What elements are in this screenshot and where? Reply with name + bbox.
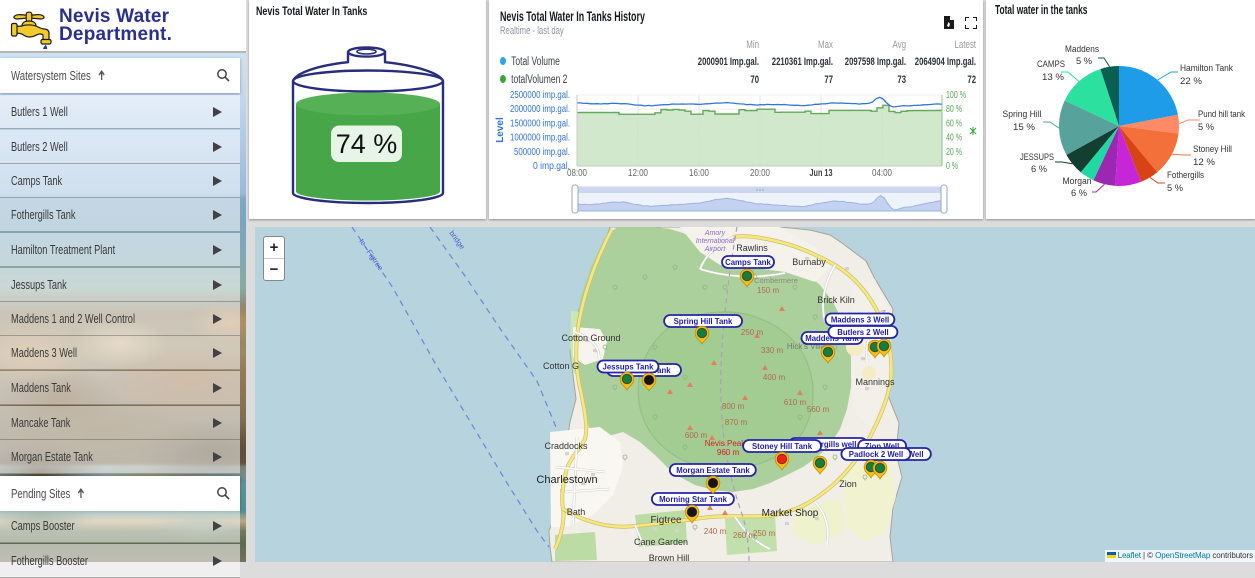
- svg-text:2000000 imp.gal.: 2000000 imp.gal.: [510, 104, 570, 115]
- svg-text:5 %: 5 %: [1076, 56, 1093, 67]
- svg-text:240 m: 240 m: [704, 527, 727, 536]
- svg-text:20:00: 20:00: [750, 168, 770, 179]
- svg-text:Pund hill tank: Pund hill tank: [1198, 109, 1245, 120]
- svg-text:Level: Level: [495, 117, 506, 143]
- svg-text:330 m: 330 m: [761, 346, 784, 355]
- svg-text:960 m: 960 m: [717, 448, 740, 457]
- svg-text:610 m: 610 m: [784, 398, 807, 407]
- svg-text:04:00: 04:00: [872, 168, 892, 179]
- svg-text:Cane Garden: Cane Garden: [634, 537, 688, 547]
- svg-text:Hamilton Tank: Hamilton Tank: [1180, 63, 1233, 74]
- svg-text:Zion: Zion: [839, 479, 857, 489]
- svg-text:150 m: 150 m: [757, 286, 780, 295]
- svg-text:13 %: 13 %: [1042, 72, 1065, 83]
- svg-text:60 %: 60 %: [946, 118, 962, 129]
- svg-text:15 %: 15 %: [1013, 122, 1036, 133]
- svg-text:0 %: 0 %: [946, 161, 958, 172]
- svg-text:Market Shop: Market Shop: [762, 508, 819, 519]
- svg-text:Jessups Tank: Jessups Tank: [603, 362, 655, 371]
- svg-text:100 %: 100 %: [946, 90, 966, 101]
- svg-text:Brick Kiln: Brick Kiln: [817, 295, 855, 305]
- svg-text:40 %: 40 %: [946, 133, 962, 144]
- svg-text:Stoney Hill: Stoney Hill: [1193, 144, 1232, 155]
- svg-text:Combermere: Combermere: [754, 276, 798, 285]
- svg-text:Camps Tank: Camps Tank: [725, 258, 771, 267]
- svg-text:Bath: Bath: [567, 507, 586, 517]
- svg-text:Rawlins: Rawlins: [736, 243, 768, 253]
- svg-text:250 m: 250 m: [753, 529, 776, 538]
- svg-text:Cotton Ground: Cotton Ground: [561, 333, 620, 343]
- svg-text:12 %: 12 %: [1193, 157, 1216, 168]
- svg-text:Maddens 3 Well: Maddens 3 Well: [831, 315, 889, 324]
- svg-text:1000000 imp.gal.: 1000000 imp.gal.: [510, 133, 570, 144]
- svg-text:Mannings: Mannings: [855, 377, 895, 387]
- svg-text:Morning Star Tank: Morning Star Tank: [659, 495, 728, 504]
- svg-text:1500000 imp.gal.: 1500000 imp.gal.: [510, 118, 570, 129]
- svg-text:Morgan: Morgan: [1063, 176, 1092, 187]
- svg-text:Cotton G: Cotton G: [543, 361, 579, 371]
- svg-text:80 %: 80 %: [946, 104, 962, 115]
- svg-text:870 m: 870 m: [725, 418, 748, 427]
- svg-text:Airport: Airport: [704, 246, 727, 253]
- svg-text:Padlock 2 Well: Padlock 2 Well: [849, 450, 903, 459]
- svg-text:800 m: 800 m: [722, 402, 745, 411]
- svg-text:Nevis Peak: Nevis Peak: [705, 439, 746, 448]
- svg-text:6 %: 6 %: [1071, 188, 1088, 199]
- svg-text:22 %: 22 %: [1180, 76, 1203, 87]
- svg-text:Craddocks: Craddocks: [544, 441, 588, 451]
- svg-text:Figtree: Figtree: [650, 515, 682, 526]
- svg-text:560 m: 560 m: [807, 405, 830, 414]
- svg-text:08:00: 08:00: [567, 168, 587, 179]
- svg-text:Spring Hill: Spring Hill: [1003, 109, 1042, 120]
- svg-text:CAMPS: CAMPS: [1037, 59, 1065, 70]
- svg-text:International: International: [696, 238, 735, 245]
- svg-text:500000 imp.gal.: 500000 imp.gal.: [514, 147, 570, 158]
- svg-text:Maddens: Maddens: [1065, 44, 1099, 55]
- svg-text:Amory: Amory: [704, 230, 726, 237]
- svg-text:12:00: 12:00: [628, 168, 648, 179]
- svg-text:Fothergills: Fothergills: [1167, 170, 1204, 181]
- svg-text:6 %: 6 %: [1031, 164, 1048, 175]
- svg-text:Butlers 2 Well: Butlers 2 Well: [837, 328, 888, 337]
- svg-text:Stoney Hill Tank: Stoney Hill Tank: [752, 442, 813, 451]
- svg-text:5 %: 5 %: [1167, 183, 1184, 194]
- svg-text:JESSUPS: JESSUPS: [1020, 152, 1054, 163]
- svg-text:250 m: 250 m: [741, 328, 764, 337]
- svg-text:Burnaby: Burnaby: [792, 257, 826, 267]
- svg-text:2500000 imp.gal.: 2500000 imp.gal.: [510, 90, 570, 101]
- svg-text:Jun 13: Jun 13: [810, 168, 833, 179]
- svg-text:74 %: 74 %: [336, 129, 398, 159]
- svg-text:Brown Hill: Brown Hill: [649, 553, 690, 562]
- svg-text:400 m: 400 m: [763, 373, 786, 382]
- svg-text:0 imp.gal.: 0 imp.gal.: [533, 161, 570, 172]
- svg-text:Charlestown: Charlestown: [536, 474, 597, 486]
- svg-text:20 %: 20 %: [946, 147, 962, 158]
- svg-text:5 %: 5 %: [1198, 122, 1215, 133]
- svg-text:Morgan Estate Tank: Morgan Estate Tank: [676, 466, 750, 475]
- svg-text:16:00: 16:00: [689, 168, 709, 179]
- svg-text:Spring Hill Tank: Spring Hill Tank: [674, 317, 733, 326]
